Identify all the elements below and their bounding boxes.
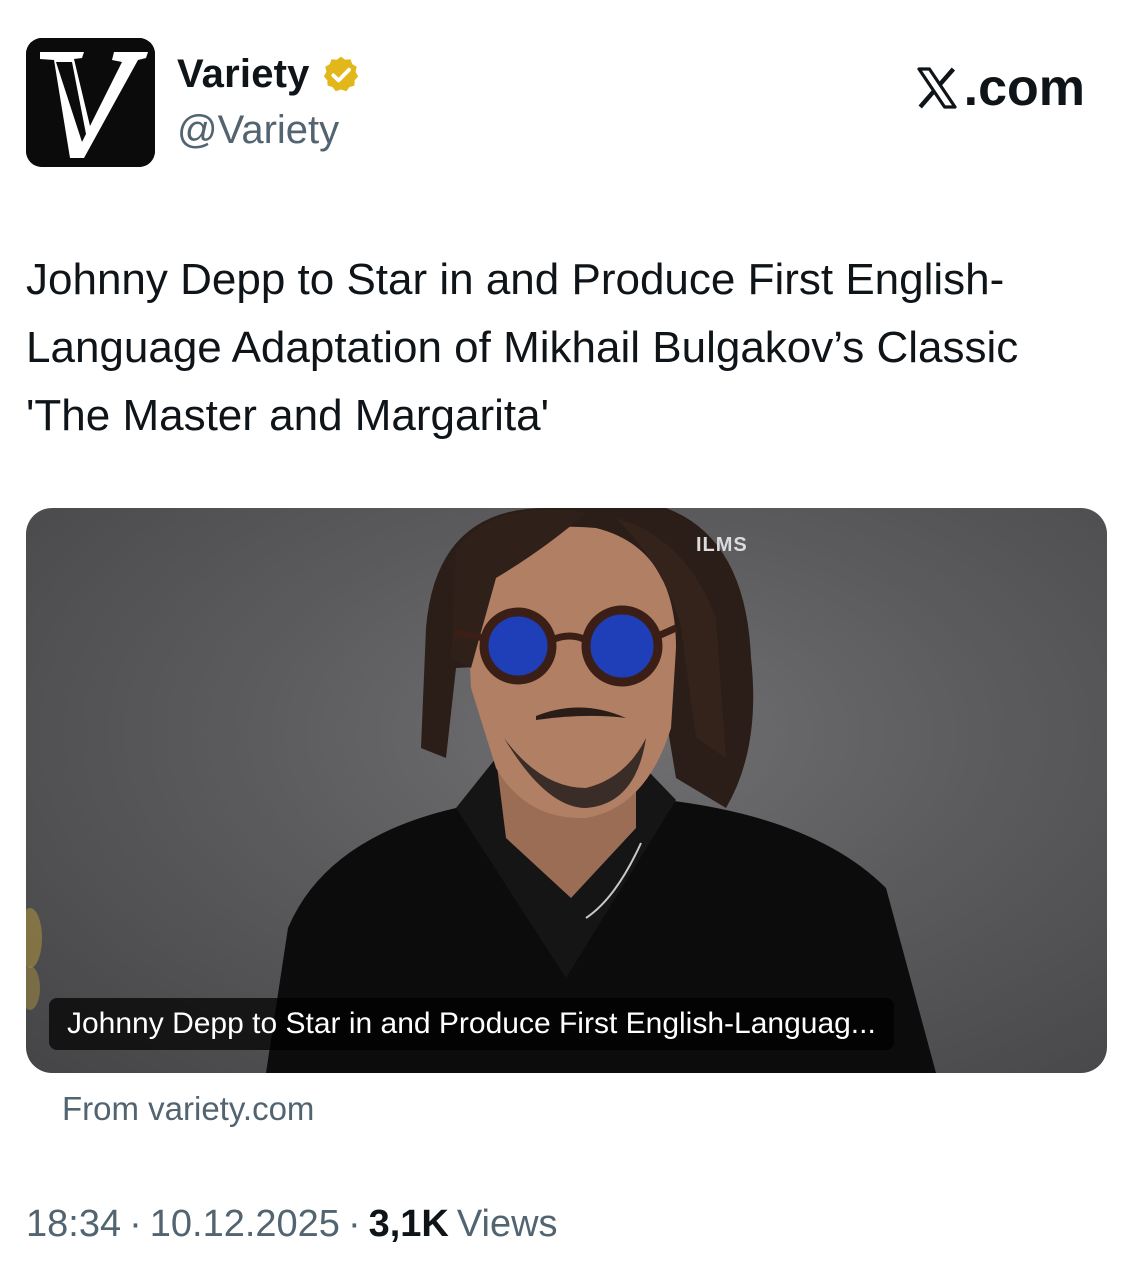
link-card[interactable]: ILMS Johnny Depp to Star in and Produce … [26,508,1107,1073]
views-count[interactable]: 3,1K [369,1203,449,1246]
card-source[interactable]: From variety.com [62,1090,314,1128]
card-caption: Johnny Depp to Star in and Produce First… [49,998,894,1050]
tweet-time[interactable]: 18:34 [26,1203,121,1246]
tweet-date[interactable]: 10.12.2025 [150,1203,340,1246]
photo-backdrop-sign: ILMS [696,534,748,556]
meta-separator: · [129,1203,142,1245]
avatar[interactable] [26,38,155,167]
x-logo-icon [917,67,957,109]
site-label: .com [963,59,1085,117]
meta-separator: · [347,1203,361,1245]
article-photo [26,508,936,1073]
verified-badge-icon [323,56,358,91]
handle[interactable]: @Variety [177,108,339,153]
x-com-label: .com [913,58,1085,118]
author-name-row: Variety [177,52,362,97]
display-name[interactable]: Variety [177,52,310,97]
tweet-text: Johnny Depp to Star in and Produce First… [26,255,1019,440]
views-label: Views [456,1203,558,1245]
variety-logo-icon [26,38,155,167]
tweet-meta: 18:34 · 10.12.2025 · 3,1K Views [26,1203,558,1246]
tweet-screenshot: Variety @Variety .com Johnny Depp to Sta… [0,0,1133,1280]
